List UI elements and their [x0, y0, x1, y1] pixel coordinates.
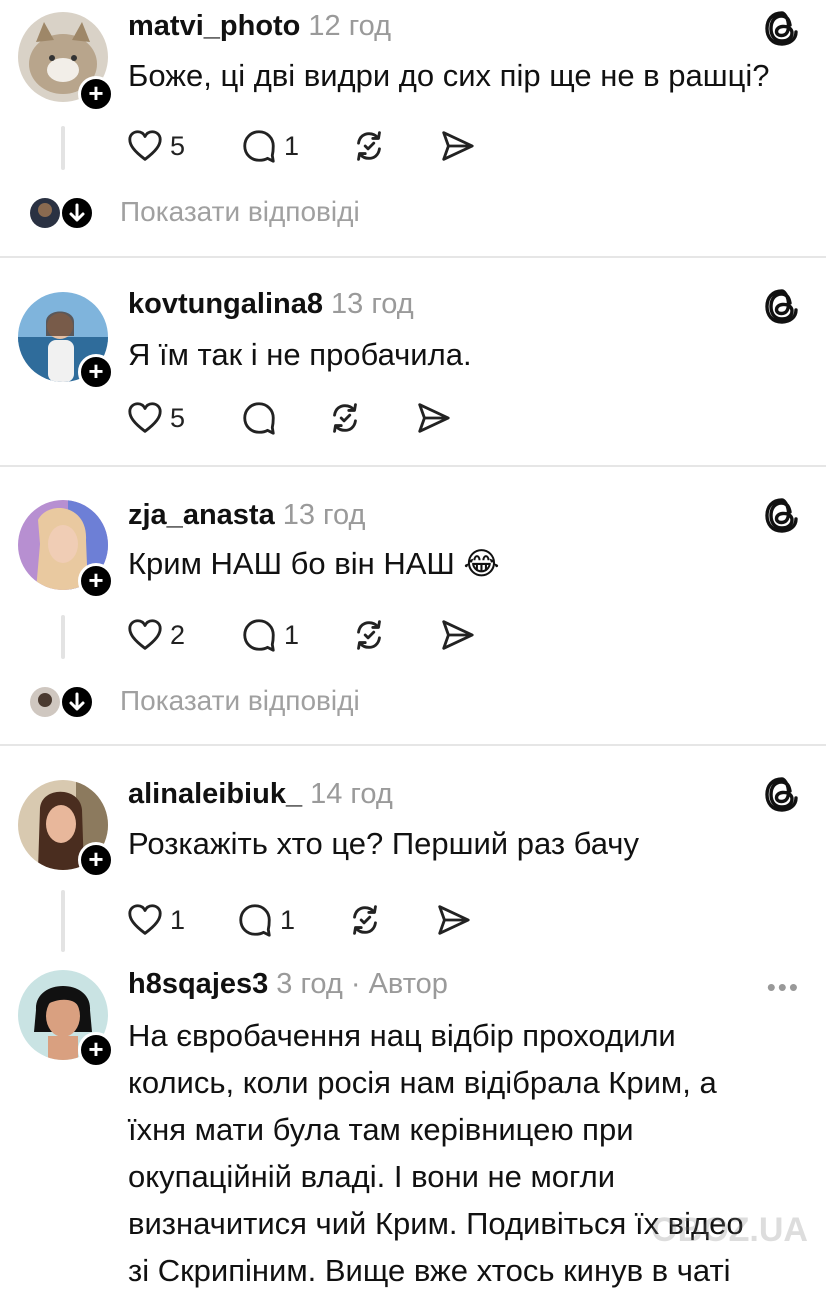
- threads-icon[interactable]: [762, 774, 802, 814]
- share-button[interactable]: [434, 898, 472, 942]
- show-replies-label: Показати відповіді: [120, 196, 360, 227]
- share-button[interactable]: [438, 613, 476, 657]
- comment-button[interactable]: 1: [236, 898, 295, 942]
- threads-icon[interactable]: [762, 495, 802, 535]
- threads-icon[interactable]: [762, 286, 802, 326]
- reply-avatar: [30, 687, 60, 717]
- like-button[interactable]: 2: [126, 613, 185, 657]
- post-time: 14 год: [310, 778, 393, 810]
- show-replies[interactable]: Показати відповіді: [30, 194, 430, 234]
- share-icon: [438, 616, 476, 654]
- thread-line: [61, 126, 65, 170]
- more-options-button[interactable]: •••: [767, 972, 800, 1003]
- heart-icon: [126, 399, 164, 437]
- username[interactable]: zja_anasta 13 год: [128, 499, 365, 532]
- watermark: OBOZ.UA: [651, 1211, 808, 1249]
- repost-icon: [350, 127, 388, 165]
- text-line: їхня мати була там керівницею при: [128, 1112, 634, 1147]
- comment-button[interactable]: [240, 396, 278, 440]
- text-line: окупаційній владі. І вони не могли: [128, 1159, 616, 1194]
- post-text: Я їм так і не пробачила.: [128, 337, 472, 372]
- like-button[interactable]: 1: [126, 898, 185, 942]
- divider: [0, 744, 826, 746]
- show-replies[interactable]: Показати відповіді: [30, 683, 430, 723]
- comment-icon: [240, 616, 278, 654]
- post-text: На євробачення нац відбір проходили коли…: [128, 1012, 786, 1294]
- repost-icon: [346, 901, 384, 939]
- follow-plus-icon[interactable]: +: [78, 563, 114, 599]
- username[interactable]: h8sqajes3 3 год · Автор: [128, 968, 448, 1001]
- follow-plus-icon[interactable]: +: [78, 842, 114, 878]
- actions-bar: 1 1: [126, 898, 486, 942]
- heart-icon: [126, 127, 164, 165]
- comment-button[interactable]: 1: [240, 124, 299, 168]
- username[interactable]: kovtungalina8 13 год: [128, 288, 414, 321]
- share-icon: [414, 399, 452, 437]
- text-line: зі Скрипіним. Вище вже хтось кинув в чат…: [128, 1253, 731, 1288]
- repost-button[interactable]: [350, 124, 388, 168]
- threads-icon[interactable]: [762, 8, 802, 48]
- share-button[interactable]: [438, 124, 476, 168]
- actions-bar: 5 1: [126, 124, 486, 168]
- repost-icon: [350, 616, 388, 654]
- thread-line: [61, 615, 65, 659]
- reply-avatar: [30, 198, 60, 228]
- chevron-down-icon: [60, 685, 94, 719]
- repost-icon: [326, 399, 364, 437]
- username[interactable]: alinaleibiuk_ 14 год: [128, 778, 393, 811]
- chevron-down-icon: [60, 196, 94, 230]
- comment-button[interactable]: 1: [240, 613, 299, 657]
- post-text: Крим НАШ бо він НАШ 😂: [128, 546, 500, 581]
- actions-bar: 5: [126, 396, 466, 440]
- post-text: Розкажіть хто це? Перший раз бачу: [128, 826, 639, 861]
- follow-plus-icon[interactable]: +: [78, 354, 114, 390]
- show-replies-label: Показати відповіді: [120, 685, 360, 716]
- divider: [0, 256, 826, 258]
- post-text: Боже, ці дві видри до сих пір ще не в ра…: [128, 58, 770, 93]
- repost-button[interactable]: [326, 396, 364, 440]
- comment-icon: [236, 901, 274, 939]
- comment-icon: [240, 399, 278, 437]
- comment-icon: [240, 127, 278, 165]
- repost-button[interactable]: [350, 613, 388, 657]
- post-time: 13 год: [331, 288, 414, 320]
- share-button[interactable]: [414, 396, 452, 440]
- text-line: колись, коли росія нам відібрала Крим, а: [128, 1065, 717, 1100]
- heart-icon: [126, 901, 164, 939]
- follow-plus-icon[interactable]: +: [78, 76, 114, 112]
- heart-icon: [126, 616, 164, 654]
- post-time: 3 год · Автор: [276, 968, 448, 1000]
- like-button[interactable]: 5: [126, 124, 185, 168]
- actions-bar: 2 1: [126, 613, 486, 657]
- post-time: 12 год: [308, 10, 392, 42]
- thread-line: [61, 890, 65, 952]
- repost-button[interactable]: [346, 898, 384, 942]
- share-icon: [438, 127, 476, 165]
- follow-plus-icon[interactable]: +: [78, 1032, 114, 1068]
- username[interactable]: matvi_photo 12 год: [128, 10, 391, 43]
- post-time: 13 год: [282, 499, 366, 531]
- divider: [0, 465, 826, 467]
- share-icon: [434, 901, 472, 939]
- text-line: На євробачення нац відбір проходили: [128, 1018, 676, 1053]
- like-button[interactable]: 5: [126, 396, 185, 440]
